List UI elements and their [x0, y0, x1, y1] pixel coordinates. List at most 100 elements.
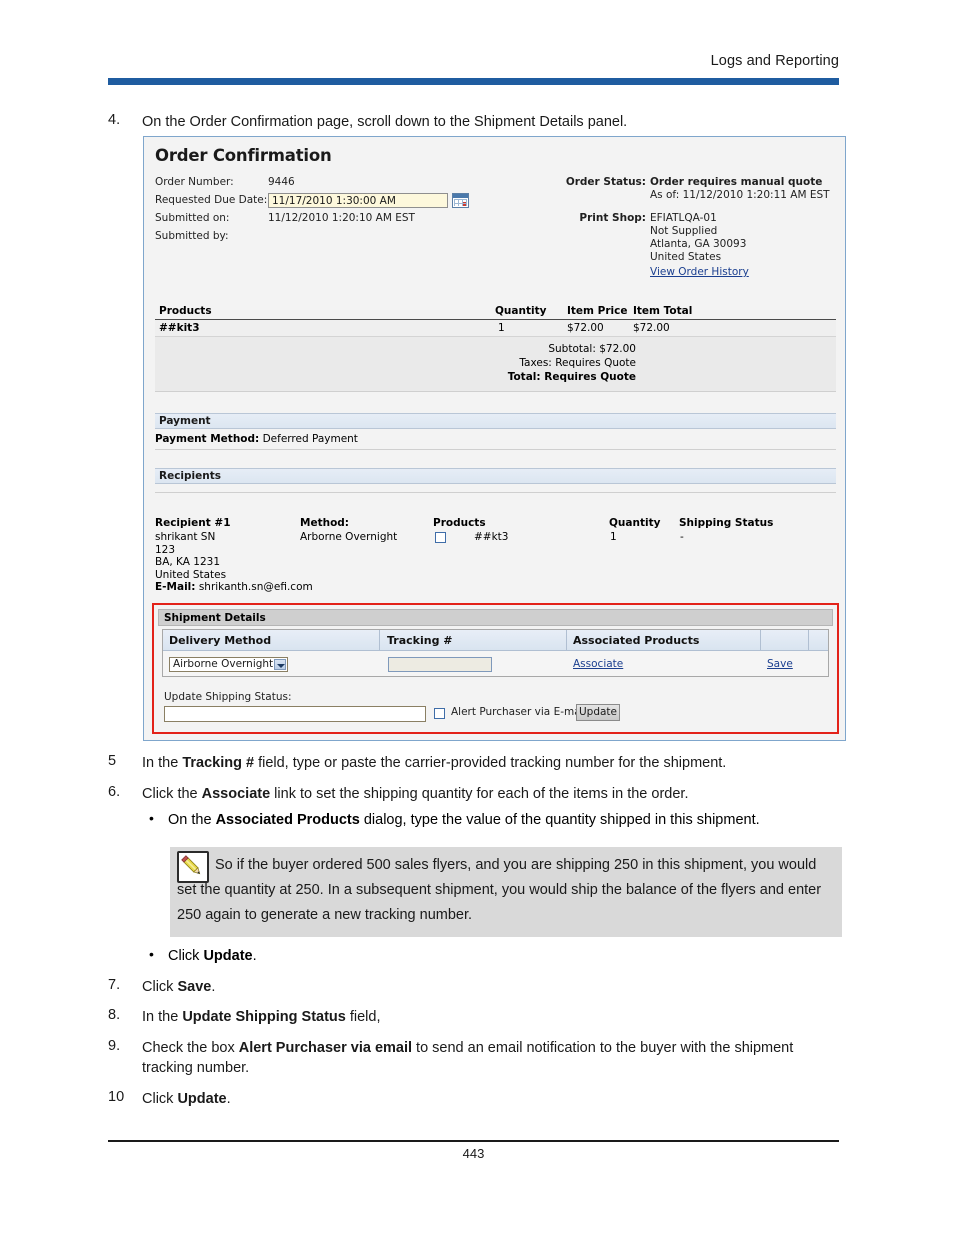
bullet-associated-products: • On the Associated Products dialog, typ… [141, 810, 851, 830]
order-status-asof: As of: 11/12/2010 1:20:11 AM EST [650, 189, 830, 201]
alert-purchaser-checkbox[interactable] [434, 708, 445, 719]
shipping-status-col-header: Shipping Status [679, 517, 774, 529]
requested-due-date-input[interactable]: 11/17/2010 1:30:00 AM [268, 192, 448, 208]
bullet-bold-update: Update [203, 948, 253, 964]
submitted-by-row: Submitted by: [155, 229, 469, 243]
method-col-header: Method: [300, 517, 349, 529]
tracking-number-input[interactable] [388, 657, 492, 672]
step-8-bold-update-shipping-status: Update Shipping Status [182, 1009, 346, 1025]
subtotal-line: Subtotal: $72.00 [548, 343, 636, 355]
bullet-click-update-text: Click Update. [168, 948, 257, 964]
step-5: 5 In the Tracking # field, type or paste… [108, 753, 848, 773]
products-col-header: Products [159, 305, 212, 317]
order-confirmation-screenshot: Order Confirmation Order Number: 9446 Re… [143, 136, 846, 741]
recipient-address-line-3: BA, KA 1231 [155, 556, 221, 568]
payment-method-value: Deferred Payment [262, 433, 358, 445]
save-link[interactable]: Save [767, 658, 793, 670]
table-row: ##kit3 1 $72.00 $72.00 [155, 320, 836, 337]
step-9-text: Check the box Alert Purchaser via email … [142, 1040, 794, 1076]
submitted-on-row: Submitted on: 11/12/2010 1:20:10 AM EST [155, 211, 469, 225]
print-shop-line3: Atlanta, GA 30093 [650, 238, 747, 250]
step-8: 8. In the Update Shipping Status field, [108, 1007, 848, 1027]
bullet-bold-associated-products: Associated Products [215, 812, 360, 828]
step-7-text: Click Save. [142, 979, 216, 995]
bullet-associated-products-text: On the Associated Products dialog, type … [168, 812, 760, 828]
step-5-bold-tracking: Tracking # [182, 755, 255, 771]
update-shipping-status-label: Update Shipping Status: [164, 691, 292, 703]
alert-purchaser-label: Alert Purchaser via E-mail [451, 706, 587, 718]
bullet-click-update: • Click Update. [141, 946, 851, 966]
product-price-cell: $72.00 [567, 322, 604, 334]
order-number-value: 9446 [268, 176, 295, 188]
step-7-number: 7. [108, 977, 121, 993]
subtotal-value: $72.00 [599, 343, 636, 355]
step-4-number: 4. [108, 112, 121, 128]
print-shop-row: Print Shop: EFIATLQA-01 [560, 212, 830, 224]
step-10-bold-update: Update [177, 1091, 227, 1107]
order-number-row: Order Number: 9446 [155, 175, 469, 189]
requested-due-date-row: Requested Due Date: 11/17/2010 1:30:00 A… [155, 192, 469, 208]
page-number: 443 [462, 1146, 485, 1161]
requested-due-date-label: Requested Due Date: [155, 194, 268, 206]
payment-section-title: Payment [159, 415, 211, 427]
step-4: 4. On the Order Confirmation page, scrol… [108, 112, 848, 132]
update-shipping-status-input[interactable] [164, 706, 426, 722]
recipient-email-label: E-Mail: [155, 581, 196, 593]
print-shop-line2: Not Supplied [650, 225, 718, 237]
recipients-section-header: Recipients [155, 468, 836, 484]
item-price-col-header: Item Price [567, 305, 628, 317]
step-6: 6. Click the Associate link to set the s… [108, 784, 848, 804]
print-shop-line4: United States [650, 251, 722, 263]
delivery-method-col-header: Delivery Method [169, 634, 272, 647]
print-shop-label: Print Shop: [579, 212, 646, 224]
associate-link[interactable]: Associate [573, 658, 623, 670]
product-name-cell: ##kit3 [159, 322, 200, 334]
associated-products-col-header: Associated Products [573, 634, 700, 647]
step-10-number: 10 [108, 1089, 125, 1105]
step-5-text: In the Tracking # field, type or paste t… [142, 755, 727, 771]
recipient-email-row: E-Mail: shrikanth.sn@efi.com [155, 581, 313, 594]
calendar-icon[interactable] [452, 192, 469, 208]
view-order-history-link[interactable]: View Order History [650, 266, 749, 278]
delivery-method-select[interactable]: Airborne Overnight [169, 657, 288, 672]
recipient-address-line-4: United States [155, 568, 227, 581]
step-8-number: 8. [108, 1007, 121, 1023]
recipient-product-name: ##kt3 [474, 531, 509, 543]
recipients-section-title: Recipients [159, 470, 222, 482]
order-confirmation-title: Order Confirmation [155, 146, 332, 165]
order-info-block: Order Number: 9446 Requested Due Date: 1… [155, 175, 469, 247]
bullet-marker-2: • [149, 946, 154, 962]
submitted-on-value: 11/12/2010 1:20:10 AM EST [268, 212, 415, 224]
total-label: Total: [507, 371, 541, 383]
recipient-shipping-status-value: - [680, 531, 684, 543]
delivery-method-selected-value: Airborne Overnight [173, 658, 274, 670]
shipment-details-header: Shipment Details [158, 609, 833, 626]
payment-method-row: Payment Method: Deferred Payment [155, 433, 358, 445]
step-5-number: 5 [108, 753, 117, 769]
step-6-bold-associate: Associate [201, 786, 271, 802]
shipment-details-table-header: Delivery Method Tracking # Associated Pr… [163, 630, 828, 651]
payment-method-label: Payment Method: [155, 433, 260, 445]
payment-divider [155, 449, 836, 450]
recipient-number-label: Recipient #1 [155, 517, 231, 529]
step-9-number: 9. [108, 1038, 121, 1054]
step-6-number: 6. [108, 784, 121, 800]
update-button[interactable]: Update [576, 704, 620, 721]
order-status-block: Order Status: Order requires manual quot… [560, 176, 830, 279]
recipients-divider [155, 492, 836, 493]
step-4-text: On the Order Confirmation page, scroll d… [142, 114, 628, 130]
recipient-method-value: Arborne Overnight [300, 531, 398, 543]
note-text: So if the buyer ordered 500 sales flyers… [177, 857, 822, 923]
payment-section-header: Payment [155, 413, 836, 429]
chevron-down-icon[interactable] [274, 659, 286, 670]
shipment-details-table: Delivery Method Tracking # Associated Pr… [162, 629, 829, 677]
recipient-product-checkbox[interactable] [435, 532, 446, 543]
item-total-col-header: Item Total [633, 305, 693, 317]
step-6-text: Click the Associate link to set the ship… [142, 786, 689, 802]
recipient-address-line-2: 123 [155, 543, 176, 556]
order-totals-box: Subtotal: $72.00 Taxes: Requires Quote T… [155, 337, 836, 392]
order-status-value: Order requires manual quote [650, 176, 823, 188]
recipient-address: shrikant SN 123 BA, KA 1231 United State… [155, 531, 313, 594]
tracking-number-col-header: Tracking # [387, 634, 453, 647]
subtotal-label: Subtotal: [548, 343, 596, 355]
